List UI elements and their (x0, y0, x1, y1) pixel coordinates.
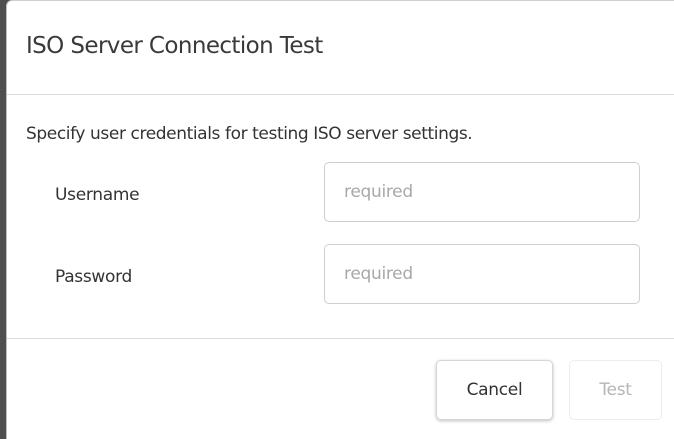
dialog-header: ISO Server Connection Test (7, 1, 674, 95)
dialog-body: Specify user credentials for testing ISO… (7, 95, 674, 339)
username-label: Username (55, 185, 140, 205)
dialog-title: ISO Server Connection Test (26, 33, 323, 59)
test-button[interactable]: Test (569, 360, 662, 420)
dialog-description: Specify user credentials for testing ISO… (26, 124, 473, 144)
password-label: Password (55, 267, 133, 287)
iso-connection-test-dialog: ISO Server Connection Test Specify user … (6, 0, 674, 439)
dialog-footer: Cancel Test (7, 339, 674, 439)
password-input[interactable] (324, 244, 640, 304)
username-input[interactable] (324, 162, 640, 222)
cancel-button[interactable]: Cancel (436, 360, 553, 420)
